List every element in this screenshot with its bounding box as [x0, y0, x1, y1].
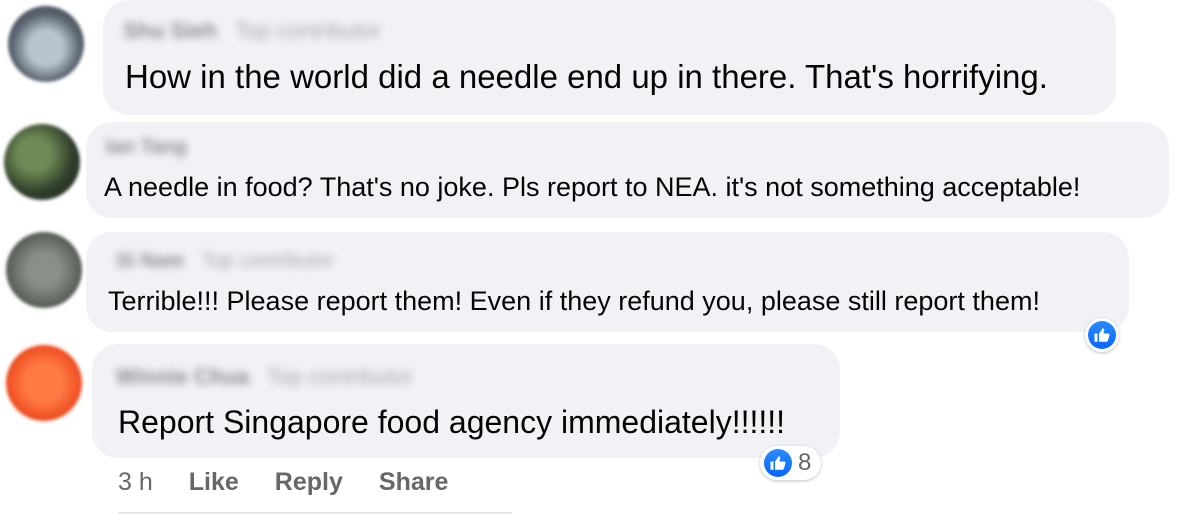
- reaction-count: 8: [798, 449, 812, 476]
- avatar[interactable]: [8, 6, 84, 82]
- comment-text: Terrible!!! Please report them! Even if …: [108, 286, 1040, 316]
- contributor-badge: Top contributor: [267, 364, 413, 389]
- comment-header: Shu Sieh Top contributor: [123, 18, 381, 44]
- author-name[interactable]: Si Nam: [116, 250, 184, 273]
- comment-bubble: Si Nam Top contributor Terrible!!! Pleas…: [86, 232, 1129, 332]
- contributor-badge: Top contributor: [201, 250, 335, 272]
- author-name[interactable]: Ian Tang: [106, 136, 187, 159]
- divider: [118, 512, 512, 514]
- contributor-badge: Top contributor: [235, 18, 381, 43]
- comment-bubble: Winnie Chua Top contributor Report Singa…: [92, 344, 840, 458]
- reaction-badge[interactable]: [1085, 318, 1119, 352]
- avatar[interactable]: [6, 345, 82, 421]
- comment-text: How in the world did a needle end up in …: [125, 58, 1048, 95]
- avatar[interactable]: [6, 232, 82, 308]
- avatar[interactable]: [4, 124, 80, 200]
- comment-header: Ian Tang: [106, 136, 187, 159]
- comment-text: A needle in food? That's no joke. Pls re…: [104, 172, 1081, 202]
- share-button[interactable]: Share: [379, 468, 448, 497]
- like-button[interactable]: Like: [189, 468, 239, 497]
- comment-actions: 3 h Like Reply Share: [118, 468, 484, 497]
- comment-text: Report Singapore food agency immediately…: [118, 404, 786, 440]
- thumbs-up-icon: [1088, 321, 1116, 349]
- reply-button[interactable]: Reply: [275, 468, 343, 497]
- comment-header: Si Nam Top contributor: [116, 250, 334, 273]
- reaction-summary[interactable]: 8: [760, 446, 822, 480]
- author-name[interactable]: Shu Sieh: [123, 18, 217, 44]
- comment-bubble: Shu Sieh Top contributor How in the worl…: [103, 0, 1116, 115]
- author-name[interactable]: Winnie Chua: [116, 364, 249, 390]
- thumbs-up-icon: [764, 449, 792, 477]
- comment-header: Winnie Chua Top contributor: [116, 364, 413, 390]
- timestamp[interactable]: 3 h: [118, 468, 153, 497]
- comment-bubble: Ian Tang A needle in food? That's no jok…: [86, 122, 1169, 218]
